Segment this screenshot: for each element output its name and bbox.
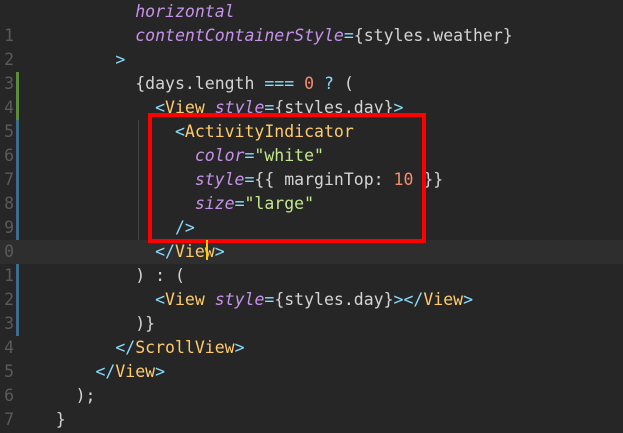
line-number: 5: [4, 362, 14, 381]
code-token: =: [343, 26, 354, 45]
line-number: 6: [4, 146, 14, 165]
line-code: horizontal: [16, 0, 235, 24]
line-number: 7: [4, 170, 14, 189]
code-token: horizontal: [135, 2, 235, 21]
text-cursor: [206, 240, 208, 260]
code-token: View: [423, 290, 464, 309]
line-number: 1: [4, 26, 14, 45]
line-number: 7: [4, 410, 14, 429]
code-token: contentContainerStyle: [135, 26, 344, 45]
line-code: contentContainerStyle={styles.weather}: [16, 24, 513, 48]
code-token: }: [502, 26, 513, 45]
line-code: >: [16, 48, 125, 72]
line-code: <View style={styles.day}></View>: [16, 288, 473, 312]
line-code: </View>: [16, 360, 165, 384]
line-number: 4: [4, 338, 14, 357]
line-code: {days.length === 0 ? (: [16, 72, 354, 96]
code-token: View: [115, 362, 156, 381]
code-token: {: [353, 26, 364, 45]
code-token: >: [115, 50, 126, 69]
code-token: );: [75, 386, 96, 405]
line-code: );: [16, 384, 96, 408]
line-number: 3: [4, 314, 14, 333]
line-number: 3: [4, 74, 14, 93]
highlight-annotation-box: [148, 113, 426, 243]
code-token: >: [155, 362, 166, 381]
code-token: </: [115, 338, 136, 357]
line-number: 2: [4, 290, 14, 309]
line-code: ) : (: [16, 264, 185, 288]
code-line[interactable]: 6 );: [0, 384, 623, 408]
line-number: [0, 0, 14, 24]
code-line[interactable]: 2 <View style={styles.day}></View>: [0, 288, 623, 312]
code-line[interactable]: 2 >: [0, 48, 623, 72]
code-token: }: [55, 410, 66, 429]
code-token: styles.weather: [363, 26, 503, 45]
line-number: 5: [4, 122, 14, 141]
line-number: 9: [4, 218, 14, 237]
code-token: styles.day: [284, 290, 384, 309]
code-token: =: [264, 290, 275, 309]
line-code: </ScrollView>: [16, 336, 245, 360]
line-number: 4: [4, 98, 14, 117]
code-token: <: [155, 290, 166, 309]
code-token: 0: [304, 74, 315, 93]
code-line[interactable]: 5 </View>: [0, 360, 623, 384]
code-token: }: [383, 290, 394, 309]
code-token: ScrollView: [135, 338, 235, 357]
code-token: >: [214, 242, 225, 261]
line-code: )}: [16, 312, 155, 336]
code-token: (: [333, 74, 354, 93]
code-token: View: [165, 290, 205, 309]
code-line[interactable]: 3 {days.length === 0 ? (: [0, 72, 623, 96]
code-token: </: [95, 362, 116, 381]
code-token: style: [214, 290, 265, 309]
code-line[interactable]: 1 ) : (: [0, 264, 623, 288]
line-code: }: [16, 408, 66, 432]
line-number: 6: [4, 386, 14, 405]
code-token: >: [234, 338, 245, 357]
code-token: {: [274, 290, 285, 309]
code-line[interactable]: 1 contentContainerStyle={styles.weather}: [0, 24, 623, 48]
code-line[interactable]: 7 }: [0, 408, 623, 432]
line-code: </View>: [16, 240, 225, 264]
code-token: ?: [323, 74, 334, 93]
code-line[interactable]: 4 </ScrollView>: [0, 336, 623, 360]
code-token: ) : (: [135, 266, 185, 285]
indent-guide: [138, 120, 139, 240]
code-line[interactable]: 0 </View>: [0, 240, 623, 264]
code-token: )}: [135, 314, 156, 333]
code-token: ></: [393, 290, 424, 309]
code-token: View: [174, 242, 215, 261]
code-token: {days.length: [135, 74, 265, 93]
code-token: </: [155, 242, 175, 261]
code-token: >: [463, 290, 474, 309]
code-line[interactable]: horizontal: [0, 0, 623, 24]
line-number: 1: [4, 266, 14, 285]
line-number: 2: [4, 50, 14, 69]
code-line[interactable]: 3 )}: [0, 312, 623, 336]
line-number: 0: [4, 242, 14, 261]
code-editor[interactable]: horizontal 1 contentContainerStyle={style…: [0, 0, 623, 433]
code-token: ===: [264, 74, 295, 93]
line-number: 8: [4, 194, 14, 213]
